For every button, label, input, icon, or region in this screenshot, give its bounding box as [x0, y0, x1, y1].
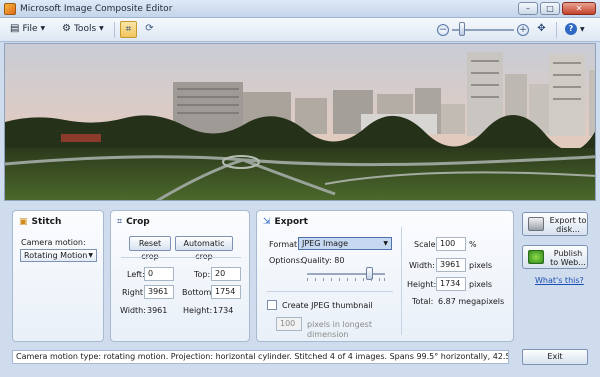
scale-label: Scale:: [414, 240, 439, 249]
jpeg-thumbnail-label: Create JPEG thumbnail: [282, 301, 373, 310]
publish-to-web-button[interactable]: Publish to Web...: [522, 245, 588, 269]
format-value: JPEG Image: [302, 239, 349, 248]
export-height-label: Height:: [407, 280, 437, 289]
chevron-down-icon: ▼: [88, 252, 93, 259]
panorama-image: [5, 44, 595, 200]
gear-icon: ⚙: [62, 23, 71, 34]
quality-slider-track[interactable]: [307, 273, 385, 275]
scale-input[interactable]: 100: [436, 237, 466, 251]
export-title-label: Export: [274, 217, 308, 227]
stitch-icon: ▣: [19, 217, 28, 227]
crop-bottom-input[interactable]: 1754: [211, 285, 241, 299]
file-menu-label: File: [22, 23, 38, 34]
crop-icon: ⌗: [117, 217, 123, 227]
window-title: Microsoft Image Composite Editor: [20, 4, 173, 14]
toolbar-separator: [556, 22, 557, 38]
zoom-in-button[interactable]: +: [517, 24, 529, 36]
whats-this-link[interactable]: What's this?: [535, 276, 584, 285]
crop-panel: ⌗ Crop Reset crop Automatic crop Left: 0…: [110, 210, 250, 342]
camera-motion-label: Camera motion:: [21, 238, 86, 247]
help-menu[interactable]: ? ▼: [565, 23, 585, 35]
publish-to-web-label: Publish to Web...: [550, 249, 586, 267]
crop-bottom-label: Bottom:: [182, 288, 215, 297]
camera-motion-select[interactable]: Rotating Motion ▼: [20, 249, 97, 262]
zoom-out-button[interactable]: −: [437, 24, 449, 36]
crop-left-label: Left:: [127, 270, 145, 279]
crop-width-value: 3961: [147, 306, 168, 315]
chevron-down-icon: ▼: [40, 25, 46, 32]
crop-right-label: Right:: [122, 288, 146, 297]
total-label: Total:: [412, 297, 434, 306]
disk-icon: [528, 217, 544, 231]
export-to-disk-button[interactable]: Export to disk...: [522, 212, 588, 236]
export-height-input[interactable]: 1734: [436, 277, 466, 291]
exit-button[interactable]: Exit: [522, 349, 588, 365]
app-icon: [4, 3, 16, 15]
options-label: Options:: [269, 256, 303, 265]
crop-top-input[interactable]: 20: [211, 267, 241, 281]
stitch-panel: ▣ Stitch Camera motion: Rotating Motion …: [12, 210, 104, 342]
export-width-unit: pixels: [469, 261, 493, 270]
crop-title-label: Crop: [126, 217, 150, 227]
crop-height-value: 1734: [213, 306, 234, 315]
crop-divider: [121, 257, 241, 258]
quality-slider-ticks: [307, 278, 385, 281]
crop-tool-button[interactable]: ⌗: [120, 21, 137, 38]
export-icon: ⇲: [263, 217, 271, 227]
fit-to-window-button[interactable]: ✥: [533, 21, 550, 38]
crop-width-label: Width:: [120, 306, 146, 315]
thumbnail-size-input[interactable]: 100: [276, 317, 302, 331]
export-height-unit: pixels: [469, 280, 493, 289]
status-bar: Camera motion type: rotating motion. Pro…: [12, 350, 509, 364]
camera-motion-value: Rotating Motion: [24, 251, 88, 260]
crop-title: ⌗ Crop: [117, 217, 150, 227]
format-label: Format:: [269, 240, 300, 249]
crop-top-label: Top:: [194, 270, 211, 279]
chevron-down-icon: ▼: [383, 240, 388, 247]
title-bar: Microsoft Image Composite Editor – □ ✕: [0, 0, 600, 18]
help-icon: ?: [565, 23, 577, 35]
toolbar: ▤ File ▼ ⚙ Tools ▼ ⌗ ⟳ − + ✥ ? ▼: [0, 18, 600, 42]
export-divider: [267, 291, 393, 292]
rotate-icon: ⟳: [145, 23, 154, 34]
crop-right-input[interactable]: 3961: [144, 285, 174, 299]
file-icon: ▤: [10, 23, 20, 34]
rotate-tool-button[interactable]: ⟳: [141, 21, 158, 38]
minimize-button[interactable]: –: [518, 2, 538, 15]
export-vertical-divider: [401, 227, 402, 335]
export-title: ⇲ Export: [263, 217, 308, 227]
stitch-title: ▣ Stitch: [19, 217, 61, 227]
total-value: 6.87 megapixels: [438, 297, 505, 306]
export-panel: ⇲ Export Format: JPEG Image ▼ Options: Q…: [256, 210, 514, 342]
chevron-down-icon: ▼: [99, 25, 104, 32]
fit-icon: ✥: [537, 23, 546, 34]
zoom-slider-thumb[interactable]: [459, 22, 465, 36]
format-select[interactable]: JPEG Image ▼: [298, 237, 392, 250]
crop-left-input[interactable]: 0: [144, 267, 174, 281]
crop-height-label: Height:: [183, 306, 213, 315]
reset-crop-button[interactable]: Reset crop: [129, 236, 171, 261]
window-controls: – □ ✕: [518, 2, 596, 15]
scale-unit: %: [469, 240, 477, 249]
file-menu[interactable]: ▤ File ▼: [10, 23, 45, 34]
tools-menu[interactable]: ⚙ Tools ▼: [62, 23, 104, 34]
crop-icon: ⌗: [125, 24, 132, 35]
automatic-crop-button[interactable]: Automatic crop: [175, 236, 233, 261]
maximize-button[interactable]: □: [540, 2, 560, 15]
export-width-label: Width:: [409, 261, 435, 270]
export-width-input[interactable]: 3961: [436, 258, 466, 272]
close-button[interactable]: ✕: [562, 2, 596, 15]
globe-icon: [528, 250, 544, 264]
quality-label: Quality: 80: [301, 256, 345, 265]
chevron-down-icon: ▼: [580, 25, 585, 33]
jpeg-thumbnail-checkbox[interactable]: [267, 300, 277, 310]
export-to-disk-label: Export to disk...: [549, 216, 587, 234]
toolbar-separator: [114, 22, 115, 38]
panorama-preview[interactable]: [4, 43, 596, 201]
thumbnail-size-desc: pixels in longest dimension: [307, 320, 372, 339]
tools-menu-label: Tools: [73, 23, 97, 34]
stitch-title-label: Stitch: [31, 217, 62, 227]
